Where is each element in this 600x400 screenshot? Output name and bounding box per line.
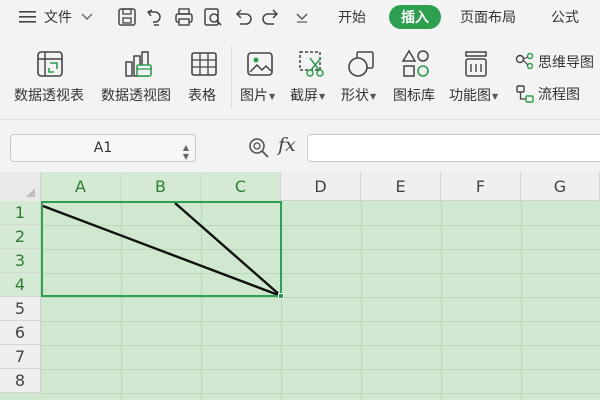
row-header-5[interactable]: 5 — [0, 297, 41, 321]
mind-map-label: 思维导图 — [538, 55, 594, 71]
screenshot-button[interactable]: 截屏▼ — [290, 34, 332, 120]
screenshot-label-text: 截屏 — [290, 88, 318, 104]
tab-home-label: 开始 — [338, 10, 366, 26]
tab-formulas-label: 公式 — [551, 10, 579, 26]
column-header-d[interactable]: D — [281, 172, 361, 201]
row-header-3[interactable]: 3 — [0, 249, 41, 273]
shape-icon — [345, 48, 377, 80]
redo-icon[interactable] — [260, 6, 282, 28]
worksheet-grid: A B C D E F G 1 2 3 4 5 6 7 8 — [0, 172, 600, 400]
tab-page-layout-label: 页面布局 — [460, 10, 516, 26]
pivot-table-icon — [34, 48, 66, 80]
row-header-7[interactable]: 7 — [0, 345, 41, 369]
caret-down-icon: ▼ — [269, 91, 276, 101]
icon-library-label: 图标库 — [393, 88, 435, 104]
shape-label-text: 形状 — [341, 88, 369, 104]
picture-label: 图片▼ — [240, 85, 275, 105]
picture-icon — [244, 48, 276, 80]
column-header-e[interactable]: E — [361, 172, 441, 201]
row-header-8[interactable]: 8 — [0, 369, 41, 393]
cell-reference: A1 — [93, 140, 113, 156]
mind-map-button[interactable]: 思维导图 — [514, 50, 594, 74]
caret-down-icon: ▼ — [319, 91, 326, 101]
spreadsheet-app: 文件 开始 插入 页面布局 公式 数据透视表 数据透视图 表格 图片▼ 截屏▼ … — [0, 0, 600, 400]
caret-down-icon: ▼ — [492, 91, 499, 101]
undo-icon[interactable] — [232, 6, 254, 28]
name-box[interactable]: A1 ▲ ▼ — [10, 134, 196, 162]
caret-down-icon: ▲ ▼ — [182, 143, 189, 161]
search-function-icon[interactable] — [247, 136, 271, 160]
shape-button[interactable]: 形状▼ — [341, 34, 383, 120]
function-chart-label: 功能图▼ — [449, 85, 498, 105]
picture-button[interactable]: 图片▼ — [240, 34, 282, 120]
icon-library-icon — [400, 48, 432, 80]
row-header-4[interactable]: 4 — [0, 273, 41, 297]
pivot-chart-icon — [122, 48, 154, 80]
chevron-down-icon — [81, 13, 93, 20]
pivot-table-label: 数据透视表 — [14, 88, 84, 104]
select-all-corner[interactable] — [0, 172, 41, 201]
flowchart-label: 流程图 — [538, 87, 580, 103]
insert-ribbon: 数据透视表 数据透视图 表格 图片▼ 截屏▼ 形状▼ 图标库 功能图▼ 思维导图… — [0, 34, 600, 120]
row-header-2[interactable]: 2 — [0, 225, 41, 249]
tab-home[interactable]: 开始 — [338, 0, 366, 34]
pivot-chart-label: 数据透视图 — [101, 88, 171, 104]
row-header-6[interactable]: 6 — [0, 321, 41, 345]
export-icon[interactable] — [144, 6, 166, 28]
screenshot-label: 截屏▼ — [290, 85, 325, 105]
selected-range[interactable] — [41, 201, 282, 297]
table-label: 表格 — [188, 88, 216, 104]
file-menu[interactable]: 文件 — [18, 0, 94, 34]
fill-handle[interactable] — [278, 293, 284, 299]
pivot-chart-button[interactable]: 数据透视图 — [100, 34, 178, 120]
cell-area[interactable] — [41, 201, 600, 400]
icon-library-button[interactable]: 图标库 — [392, 34, 440, 120]
file-menu-label: 文件 — [44, 10, 72, 26]
formula-input[interactable] — [307, 134, 600, 162]
formula-bar: A1 ▲ ▼ fx — [0, 120, 600, 172]
select-all-icon — [26, 188, 35, 197]
row-header-1[interactable]: 1 — [0, 201, 41, 225]
save-icon[interactable] — [116, 6, 138, 28]
function-chart-label-text: 功能图 — [449, 88, 491, 104]
screenshot-icon — [296, 48, 328, 80]
pivot-table-button[interactable]: 数据透视表 — [12, 34, 90, 120]
caret-down-icon: ▼ — [370, 91, 377, 101]
menu-bar: 文件 开始 插入 页面布局 公式 — [0, 0, 600, 34]
print-preview-icon[interactable] — [202, 6, 224, 28]
insert-function-button[interactable]: fx — [278, 134, 296, 156]
hamburger-icon — [19, 11, 36, 23]
column-header-a[interactable]: A — [41, 172, 121, 201]
picture-label-text: 图片 — [240, 88, 268, 104]
table-icon — [188, 48, 220, 80]
tab-page-layout[interactable]: 页面布局 — [460, 0, 516, 34]
shape-label: 形状▼ — [341, 85, 376, 105]
column-header-f[interactable]: F — [441, 172, 521, 201]
customize-dropdown-icon[interactable] — [291, 6, 313, 28]
ribbon-divider — [231, 46, 232, 108]
tab-insert-label: 插入 — [401, 10, 429, 26]
column-header-c[interactable]: C — [201, 172, 281, 201]
function-chart-icon — [460, 48, 492, 80]
flowchart-button[interactable]: 流程图 — [514, 82, 580, 106]
tab-insert[interactable]: 插入 — [389, 5, 441, 29]
column-header-g[interactable]: G — [521, 172, 600, 201]
print-icon[interactable] — [173, 6, 195, 28]
flowchart-icon — [516, 85, 534, 103]
tab-formulas[interactable]: 公式 — [551, 0, 579, 34]
column-header-b[interactable]: B — [121, 172, 201, 201]
function-chart-button[interactable]: 功能图▼ — [448, 34, 506, 120]
table-button[interactable]: 表格 — [186, 34, 222, 120]
mind-map-icon — [515, 52, 534, 70]
